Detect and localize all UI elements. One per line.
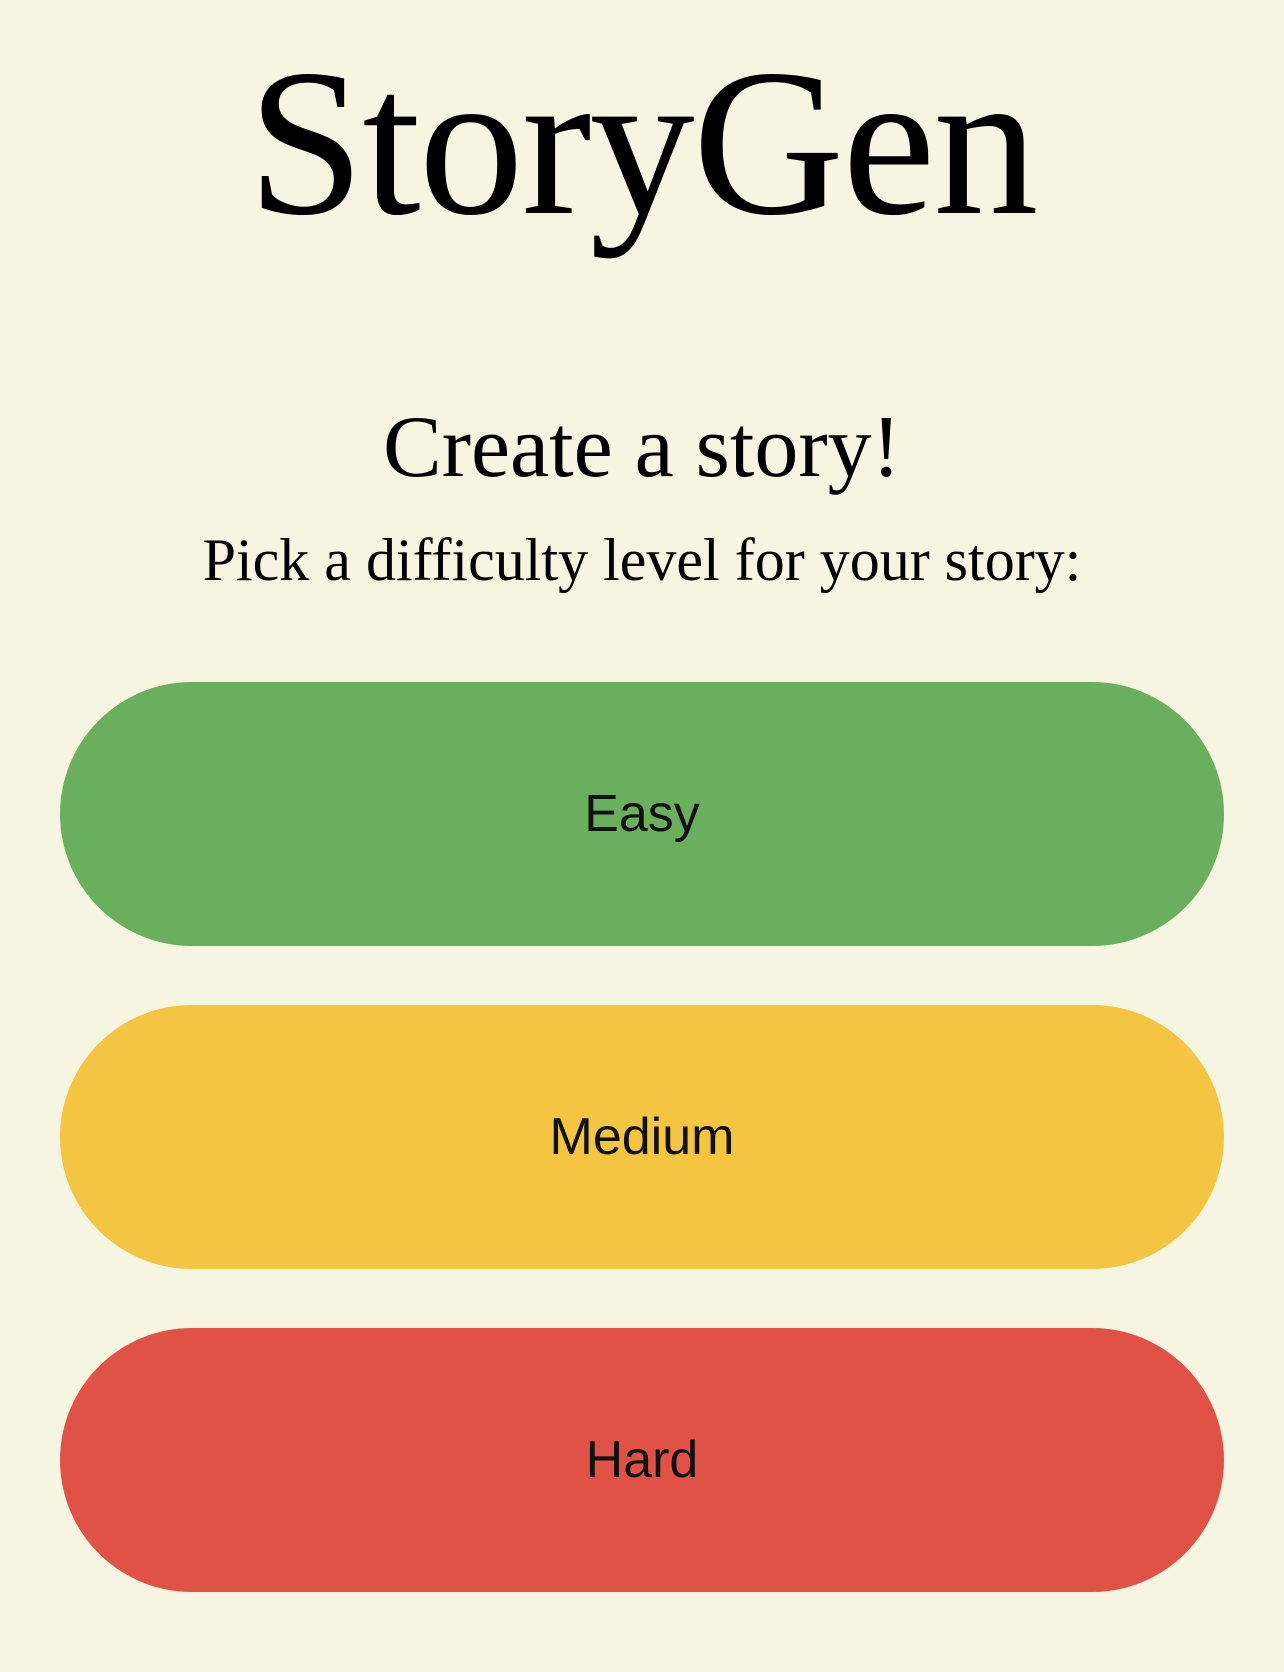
create-story-heading: Create a story! xyxy=(383,399,901,496)
difficulty-prompt: Pick a difficulty level for your story: xyxy=(202,527,1082,593)
hard-button[interactable]: Hard xyxy=(60,1328,1224,1592)
medium-button[interactable]: Medium xyxy=(60,1005,1224,1269)
easy-button[interactable]: Easy xyxy=(60,682,1224,946)
app-title: StoryGen xyxy=(247,27,1039,259)
